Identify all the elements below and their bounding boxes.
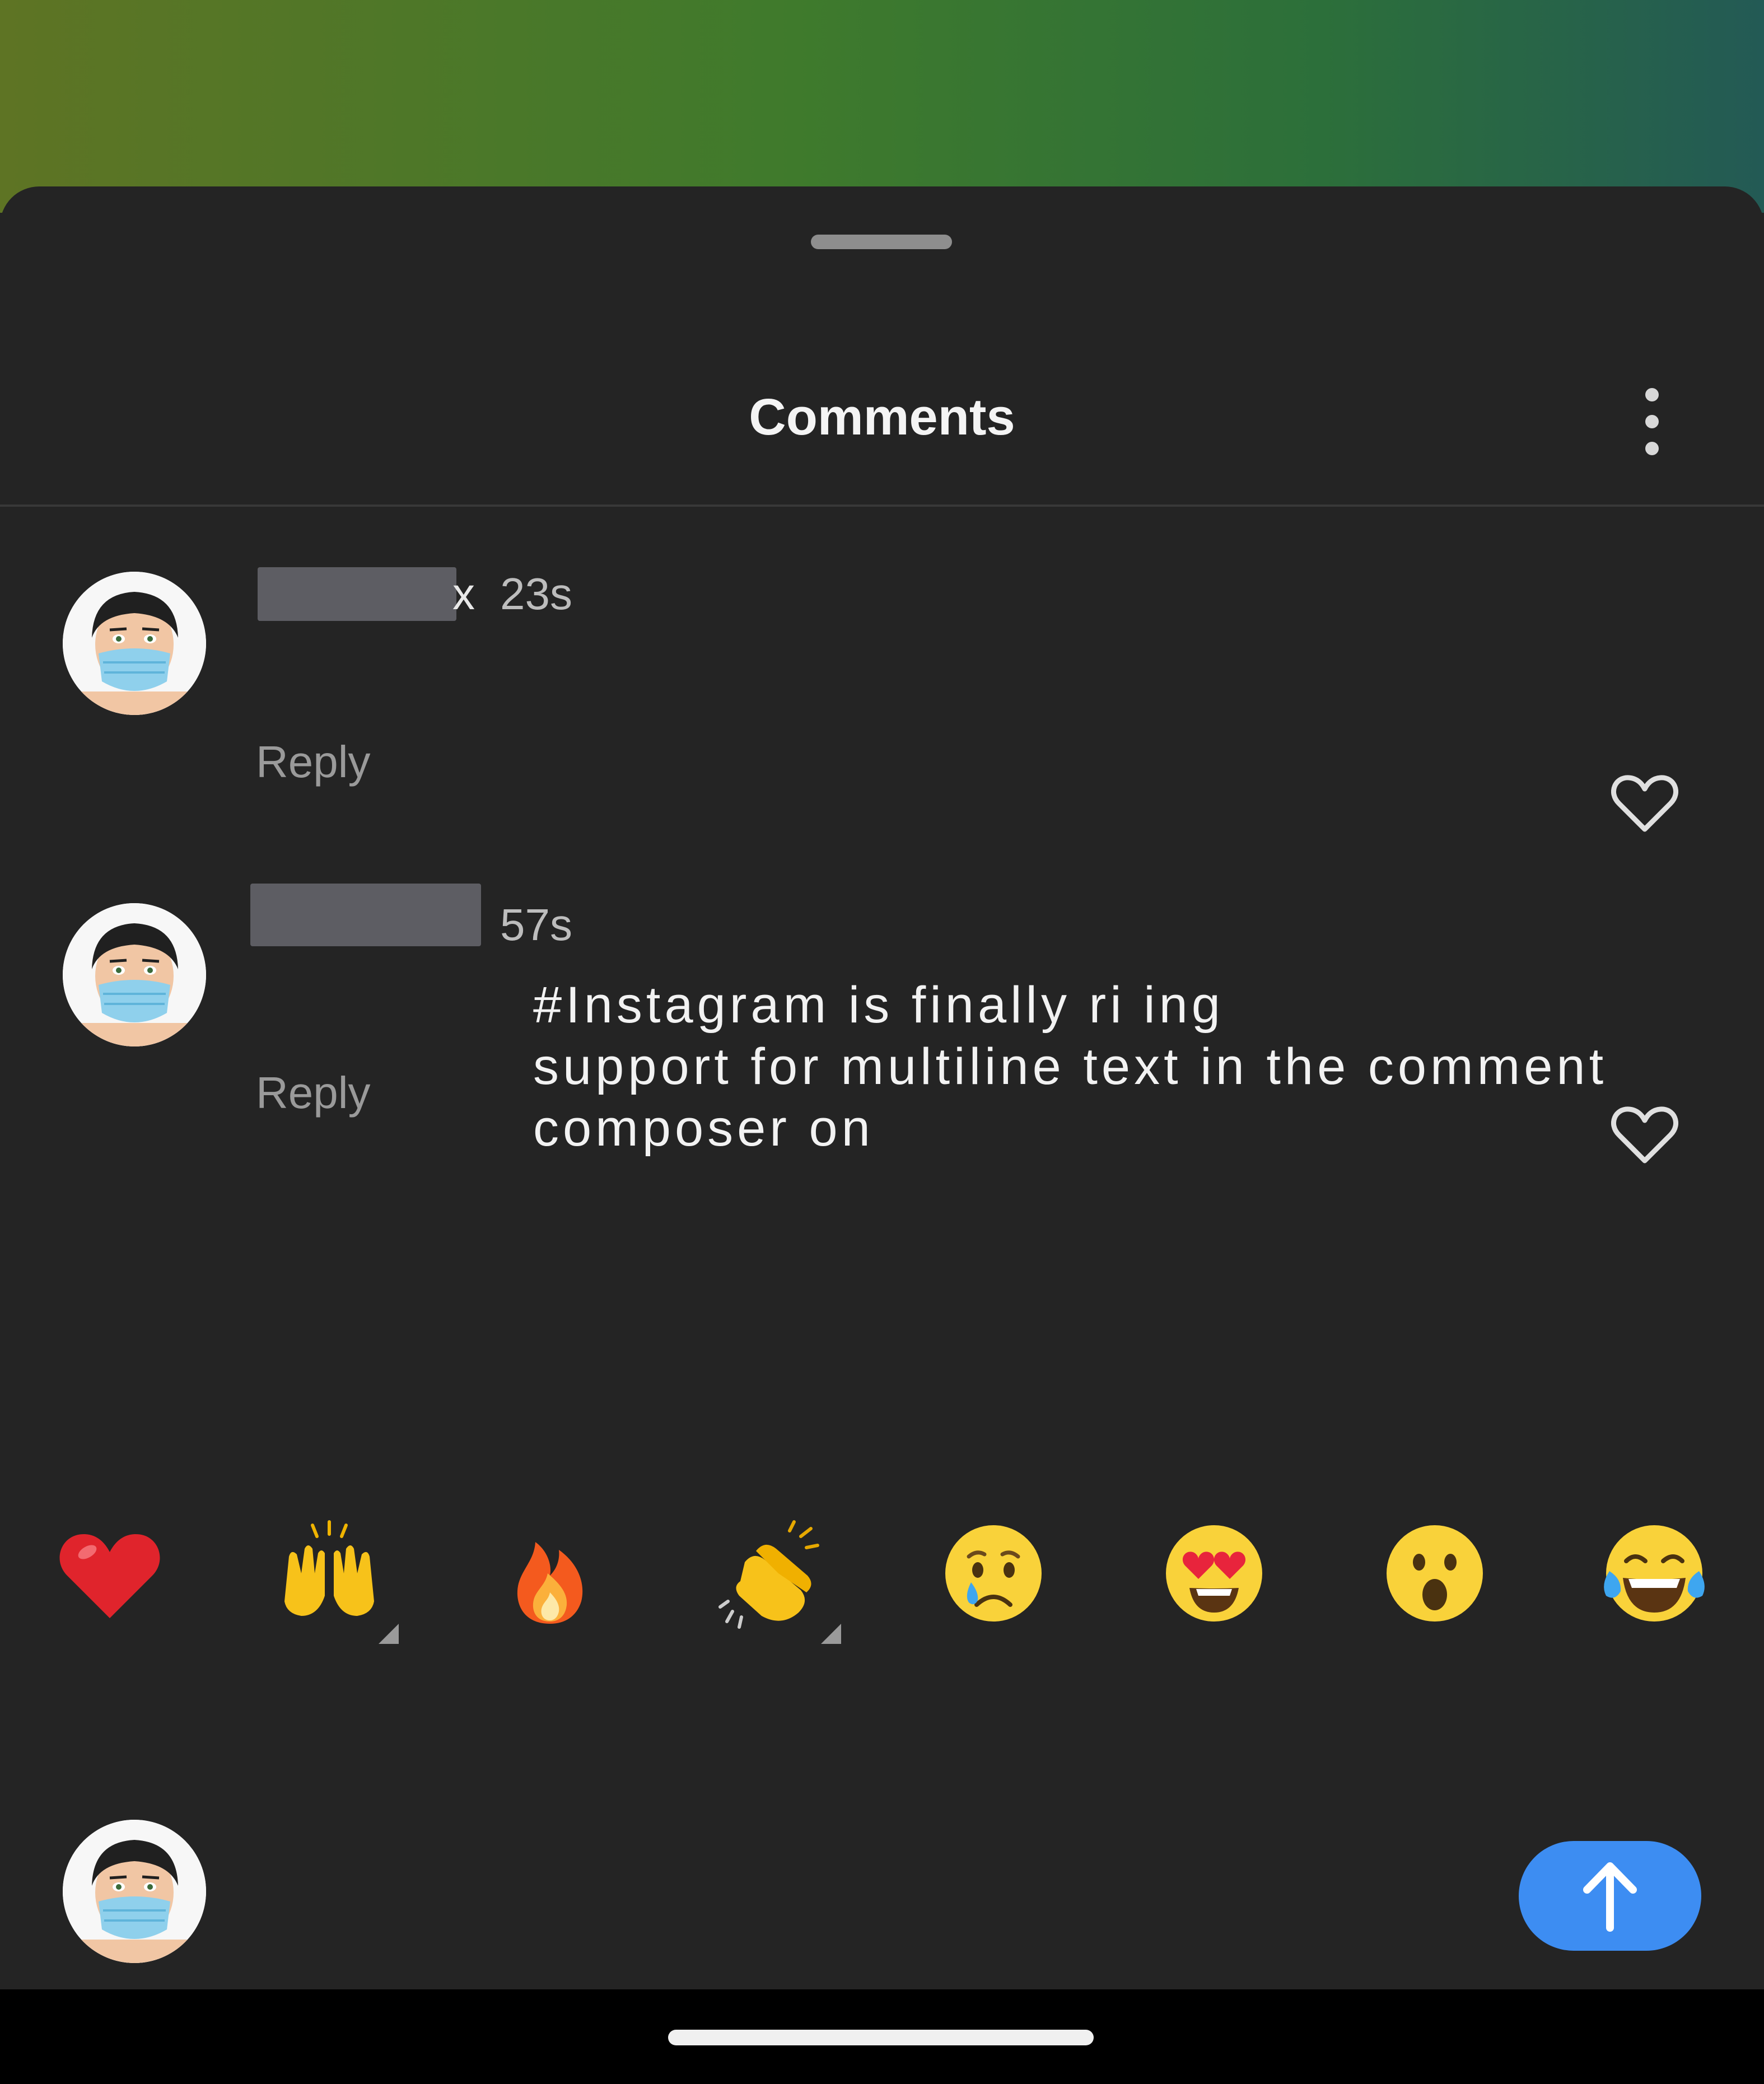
header-divider	[0, 504, 1764, 507]
avatar[interactable]	[63, 572, 206, 715]
comment-timestamp: 23s	[500, 569, 572, 619]
fire-icon[interactable]	[488, 1512, 612, 1635]
comment-timestamp: 57s	[500, 900, 572, 950]
username-redacted	[250, 884, 481, 946]
home-gesture-pill[interactable]	[668, 2030, 1094, 2045]
skin-tone-indicator[interactable]	[821, 1624, 841, 1644]
raising-hands-icon[interactable]	[268, 1512, 391, 1635]
tears-of-joy-icon[interactable]	[1593, 1512, 1716, 1635]
wallpaper-background	[0, 0, 1764, 213]
arrow-up-icon	[1583, 1862, 1637, 1932]
skin-tone-indicator[interactable]	[379, 1624, 399, 1644]
clapping-hands-icon[interactable]	[711, 1512, 834, 1635]
send-button[interactable]	[1519, 1841, 1701, 1951]
surprised-face-icon[interactable]	[1373, 1512, 1496, 1635]
comment-text-line: composer on	[533, 1100, 874, 1157]
username-redacted	[258, 567, 456, 621]
drag-handle[interactable]	[811, 235, 952, 249]
comment-text: #Instagram is finally ri ing support for…	[533, 974, 1709, 1159]
crying-face-icon[interactable]	[932, 1512, 1055, 1635]
more-options-icon[interactable]	[1630, 388, 1674, 455]
heart-eyes-icon[interactable]	[1152, 1512, 1276, 1635]
reply-button[interactable]: Reply	[256, 736, 371, 788]
username-suffix: x	[452, 569, 475, 619]
red-heart-icon[interactable]	[48, 1512, 171, 1635]
comment-text-line: #Instagram is finally ri ing	[533, 976, 1224, 1034]
page-title: Comments	[749, 389, 1015, 446]
like-heart-icon[interactable]	[1611, 773, 1678, 835]
reply-button[interactable]: Reply	[256, 1067, 371, 1119]
system-navigation-bar	[0, 1989, 1764, 2084]
current-user-avatar	[63, 1820, 206, 1963]
comment-text-line: support for multiline text in the commen…	[533, 1038, 1608, 1095]
avatar[interactable]	[63, 903, 206, 1046]
